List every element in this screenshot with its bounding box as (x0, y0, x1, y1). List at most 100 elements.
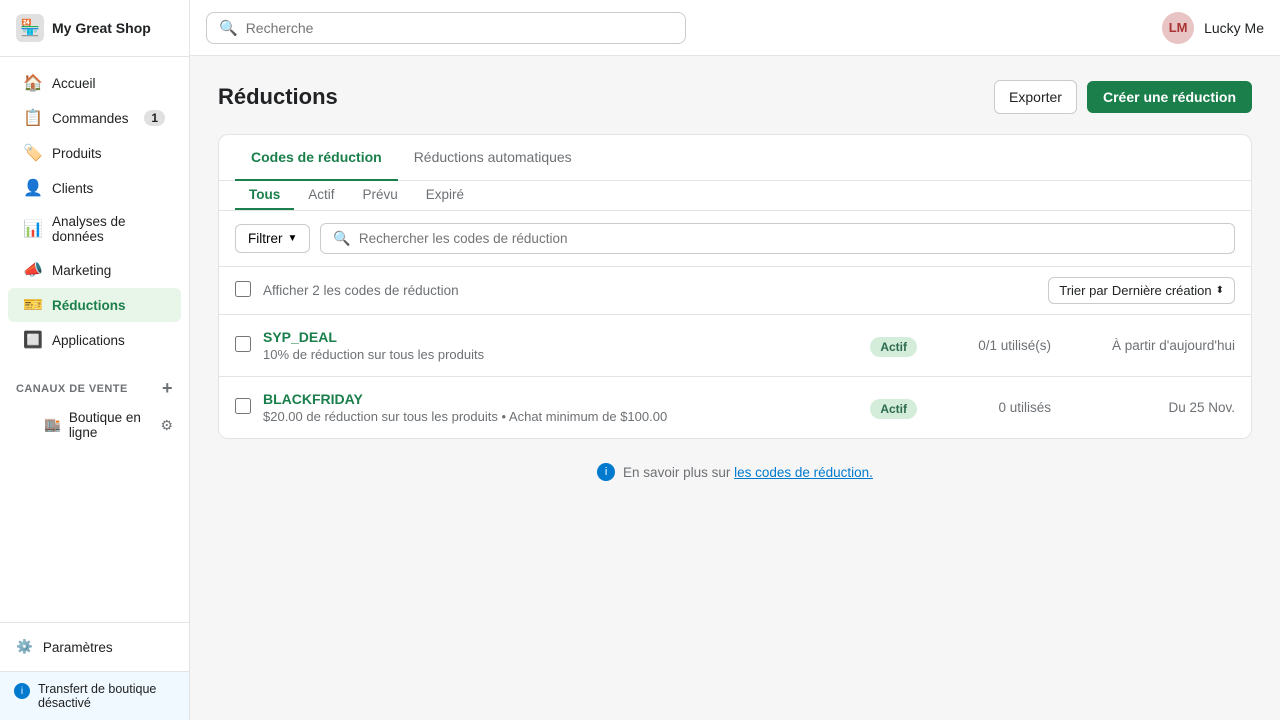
row-checkbox-1[interactable] (235, 336, 251, 352)
tab-codes-reduction[interactable]: Codes de réduction (235, 135, 398, 181)
search-input[interactable] (246, 20, 673, 36)
apps-icon: 🔲 (24, 331, 42, 349)
main-content: Réductions Exporter Créer une réduction … (190, 56, 1280, 720)
boutique-icon: 🏬 (44, 417, 61, 433)
select-all-checkbox[interactable] (235, 281, 251, 297)
row-name-1: SYP_DEAL (263, 329, 870, 345)
row-usage-2: 0 utilisés (941, 400, 1051, 415)
transfer-text: Transfert de boutique désactivé (38, 682, 175, 710)
main-card: Codes de réduction Réductions automatiqu… (218, 134, 1252, 439)
sidebar-item-produits[interactable]: 🏷️ Produits (8, 136, 181, 170)
sidebar-item-label: Réductions (52, 298, 126, 313)
orders-icon: 📋 (24, 109, 42, 127)
sidebar-nav: 🏠 Accueil 📋 Commandes 1 🏷️ Produits 👤 Cl… (0, 57, 189, 366)
settings-icon: ⚙️ (16, 639, 33, 655)
row-date-1: À partir d'aujourd'hui (1075, 338, 1235, 353)
sidebar-item-accueil[interactable]: 🏠 Accueil (8, 66, 181, 100)
sort-button[interactable]: Trier par Dernière création ⬍ (1048, 277, 1235, 304)
transfer-notice: i Transfert de boutique désactivé (0, 671, 189, 720)
search-codes-bar[interactable]: 🔍 (320, 223, 1235, 254)
sidebar-item-analyses[interactable]: 📊 Analyses de données (8, 206, 181, 252)
transfer-info-icon: i (14, 683, 30, 699)
tab-pill-tous[interactable]: Tous (235, 181, 294, 210)
add-channel-button[interactable]: + (162, 378, 173, 399)
filter-button[interactable]: Filtrer ▼ (235, 224, 310, 253)
filter-row: Filtrer ▼ 🔍 (219, 211, 1251, 267)
page-title: Réductions (218, 84, 338, 110)
sidebar-item-label: Analyses de données (52, 214, 165, 244)
search-codes-icon: 🔍 (333, 230, 350, 247)
sidebar-item-label: Accueil (52, 76, 96, 91)
sidebar-item-applications[interactable]: 🔲 Applications (8, 323, 181, 357)
sidebar: 🏪 My Great Shop 🏠 Accueil 📋 Commandes 1 … (0, 0, 190, 720)
info-note-link[interactable]: les codes de réduction. (734, 465, 873, 480)
tabs-top: Codes de réduction Réductions automatiqu… (219, 135, 1251, 181)
table-row[interactable]: BLACKFRIDAY $20.00 de réduction sur tous… (219, 377, 1251, 438)
sidebar-item-commandes[interactable]: 📋 Commandes 1 (8, 101, 181, 135)
info-note: i En savoir plus sur les codes de réduct… (218, 439, 1252, 505)
row-desc-2: $20.00 de réduction sur tous les produit… (263, 409, 870, 424)
parametres-label: Paramètres (43, 640, 113, 655)
row-checkbox-2[interactable] (235, 398, 251, 414)
row-date-2: Du 25 Nov. (1075, 400, 1235, 415)
tab-reductions-automatiques[interactable]: Réductions automatiques (398, 135, 588, 181)
info-note-icon: i (597, 463, 615, 481)
sidebar-item-label: Applications (52, 333, 125, 348)
sidebar-item-clients[interactable]: 👤 Clients (8, 171, 181, 205)
avatar: LM (1162, 12, 1194, 44)
products-icon: 🏷️ (24, 144, 42, 162)
sort-value: Dernière création (1112, 283, 1212, 298)
boutique-label: Boutique en ligne (69, 410, 153, 440)
tab-pill-expire[interactable]: Expiré (412, 181, 478, 210)
row-name-2: BLACKFRIDAY (263, 391, 870, 407)
sidebar-item-marketing[interactable]: 📣 Marketing (8, 253, 181, 287)
boutique-settings-icon[interactable]: ⚙ (160, 417, 173, 434)
sidebar-item-label: Marketing (52, 263, 111, 278)
sidebar-item-reductions[interactable]: 🎫 Réductions (8, 288, 181, 322)
user-name: Lucky Me (1204, 20, 1264, 36)
row-info-2: BLACKFRIDAY $20.00 de réduction sur tous… (263, 391, 870, 424)
status-badge-2: Actif (870, 399, 917, 419)
tab-pill-prevu[interactable]: Prévu (349, 181, 412, 210)
filter-actions: Filtrer ▼ 🔍 (235, 223, 1235, 254)
chevron-down-icon: ▼ (288, 233, 298, 244)
search-codes-input[interactable] (359, 231, 1222, 246)
sales-channels-section: CANAUX DE VENTE + (0, 366, 189, 403)
topbar-right: LM Lucky Me (1162, 12, 1264, 44)
row-status-1: Actif (870, 338, 917, 354)
info-note-text: En savoir plus sur les codes de réductio… (623, 465, 873, 480)
marketing-icon: 📣 (24, 261, 42, 279)
reductions-icon: 🎫 (24, 296, 42, 314)
sidebar-item-boutique[interactable]: 🏬 Boutique en ligne ⚙ (0, 403, 189, 447)
topbar: 🔍 LM Lucky Me (190, 0, 1280, 56)
table-count-label: Afficher 2 les codes de réduction (263, 283, 1048, 298)
home-icon: 🏠 (24, 74, 42, 92)
row-check-2[interactable] (235, 398, 251, 417)
sidebar-bottom: ⚙️ Paramètres (0, 622, 189, 671)
page-actions: Exporter Créer une réduction (994, 80, 1252, 114)
table-header: Afficher 2 les codes de réduction Trier … (219, 267, 1251, 315)
filter-pills-row: Tous Actif Prévu Expiré (219, 181, 1251, 211)
row-usage-1: 0/1 utilisé(s) (941, 338, 1051, 353)
main-wrapper: 🔍 LM Lucky Me Réductions Exporter Créer … (190, 0, 1280, 720)
export-button[interactable]: Exporter (994, 80, 1077, 114)
row-info-1: SYP_DEAL 10% de réduction sur tous les p… (263, 329, 870, 362)
tab-pill-actif[interactable]: Actif (294, 181, 348, 210)
create-reduction-button[interactable]: Créer une réduction (1087, 81, 1252, 113)
page-header: Réductions Exporter Créer une réduction (218, 80, 1252, 114)
search-icon: 🔍 (219, 19, 238, 37)
sidebar-item-parametres[interactable]: ⚙️ Paramètres (0, 631, 189, 663)
select-all-check[interactable] (235, 281, 251, 300)
row-desc-1: 10% de réduction sur tous les produits (263, 347, 870, 362)
search-bar[interactable]: 🔍 (206, 12, 686, 44)
row-check-1[interactable] (235, 336, 251, 355)
sidebar-item-label: Commandes (52, 111, 129, 126)
clients-icon: 👤 (24, 179, 42, 197)
sidebar-item-label: Clients (52, 181, 93, 196)
logo-area[interactable]: 🏪 My Great Shop (0, 0, 189, 57)
sales-channels-label: CANAUX DE VENTE (16, 383, 128, 395)
orders-badge: 1 (144, 110, 165, 126)
sort-by-label: Trier par (1059, 283, 1108, 298)
table-row[interactable]: SYP_DEAL 10% de réduction sur tous les p… (219, 315, 1251, 377)
status-badge-1: Actif (870, 337, 917, 357)
